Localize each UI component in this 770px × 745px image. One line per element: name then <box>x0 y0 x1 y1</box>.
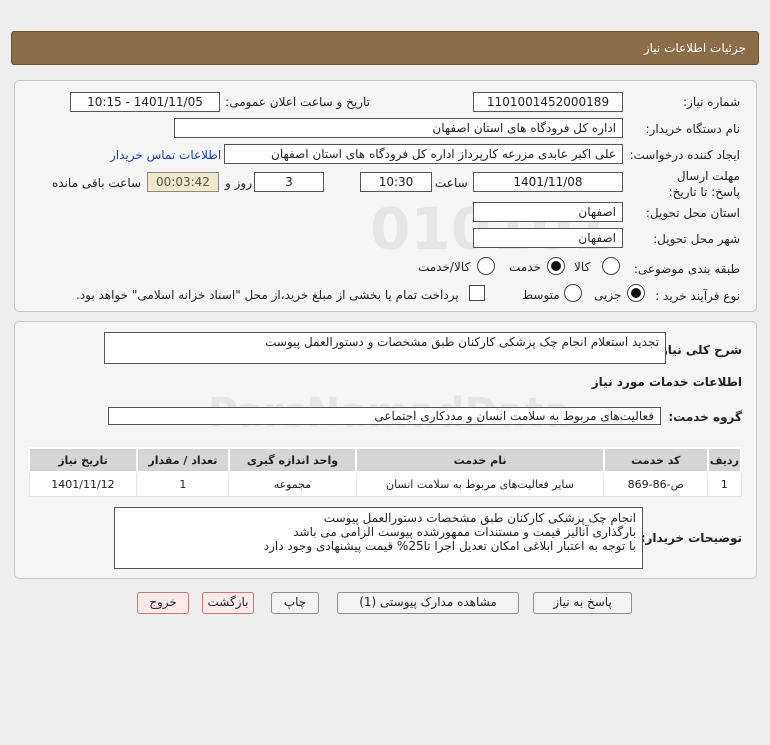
reply-button[interactable]: پاسخ به نیاز <box>533 592 632 614</box>
process-minor-label: جزیی <box>594 288 622 302</box>
buyer-notes-line: بارگذاری آنالیز قیمت و مستندات ممهورشده … <box>293 525 636 539</box>
deadline-time-label: ساعت <box>435 176 468 190</box>
category-service-radio[interactable] <box>547 257 565 275</box>
announce-datetime-field: 1401/11/05 - 10:15 <box>70 92 220 112</box>
deadline-label: مهلت ارسال پاسخ: تا تاریخ: <box>668 169 740 199</box>
cell-code: ص-86-869 <box>603 471 709 497</box>
remaining-label: ساعت باقی مانده <box>52 176 142 190</box>
buyer-notes-field: انجام چک پزشکی کارکنان طبق مشخصات دستورا… <box>114 507 643 569</box>
service-group-field: فعالیت‌های مربوط به سلامت انسان و مددکار… <box>108 407 661 425</box>
buyer-notes-line: با توجه به اعتبار ابلاغی امکان تعدیل اجر… <box>263 539 636 553</box>
buyer-notes-line: انجام چک پزشکی کارکنان طبق مشخصات دستورا… <box>323 511 636 525</box>
cell-name: سایر فعالیت‌های مربوط به سلامت انسان <box>355 471 605 497</box>
page-header: جزئیات اطلاعات نیاز <box>11 31 759 65</box>
col-date-header: تاریخ نیاز <box>28 447 138 473</box>
province-field: اصفهان <box>473 202 623 222</box>
page-title: جزئیات اطلاعات نیاز <box>643 41 746 55</box>
service-group-label: گروه خدمت: <box>668 410 742 424</box>
category-label: طبقه بندی موضوعی: <box>633 262 740 276</box>
col-row-header: ردیف <box>706 447 743 473</box>
table-row: 1 ص-86-869 سایر فعالیت‌های مربوط به سلام… <box>28 471 742 497</box>
services-table-header: ردیف کد خدمت نام خدمت واحد اندازه گیری ت… <box>28 447 743 473</box>
services-section-title: اطلاعات خدمات مورد نیاز <box>591 375 742 389</box>
exit-button[interactable]: خروج <box>137 592 189 614</box>
print-button[interactable]: چاپ <box>271 592 319 614</box>
cell-date: 1401/11/12 <box>28 471 138 497</box>
days-label: روز و <box>225 176 252 190</box>
category-goods-label: کالا <box>574 260 591 274</box>
need-number-label: شماره نیاز: <box>683 95 740 109</box>
col-code-header: کد خدمت <box>602 447 709 473</box>
process-type-label: نوع فرآیند خرید : <box>655 289 740 303</box>
buyer-notes-label: توضیحات خریدار: <box>640 531 742 545</box>
process-medium-radio[interactable] <box>564 284 582 302</box>
treasury-payment-note: پرداخت تمام یا بخشی از مبلغ خرید،از محل … <box>76 288 459 302</box>
need-info-panel <box>14 80 757 312</box>
deadline-time-field: 10:30 <box>360 172 432 192</box>
need-number-field: 1101001452000189 <box>473 92 623 112</box>
category-service-label: خدمت <box>509 260 541 274</box>
cell-qty: 1 <box>136 471 230 497</box>
creator-field: علی اکبر عابدی مزرعه کارپرداز اداره کل ف… <box>224 144 623 164</box>
city-label: شهر محل تحویل: <box>653 232 740 246</box>
summary-field: تجدید استعلام انجام چک پزشکی کارکنان طبق… <box>104 332 666 364</box>
city-field: اصفهان <box>473 228 623 248</box>
announce-label: تاریخ و ساعت اعلان عمومی: <box>225 95 370 109</box>
cell-unit: مجموعه <box>228 471 357 497</box>
back-button[interactable]: بازگشت <box>202 592 254 614</box>
col-name-header: نام خدمت <box>355 447 605 473</box>
buyer-contact-link[interactable]: اطلاعات تماس خریدار <box>110 148 221 162</box>
category-goods-service-radio[interactable] <box>477 257 495 275</box>
remaining-time-field: 00:03:42 <box>147 172 219 192</box>
process-minor-radio[interactable] <box>627 284 645 302</box>
creator-label: ایجاد کننده درخواست: <box>629 148 740 162</box>
category-goods-service-label: کالا/خدمت <box>418 260 471 274</box>
treasury-payment-checkbox[interactable] <box>469 285 485 301</box>
summary-label: شرح کلی نیاز: <box>656 343 742 357</box>
category-goods-radio[interactable] <box>602 257 620 275</box>
view-attachments-button[interactable]: مشاهده مدارک پیوستی (1) <box>337 592 519 614</box>
col-qty-header: تعداد / مقدار <box>135 447 230 473</box>
col-unit-header: واحد اندازه گیری <box>227 447 358 473</box>
services-table: ردیف کد خدمت نام خدمت واحد اندازه گیری ت… <box>28 447 743 497</box>
buyer-org-label: نام دستگاه خریدار: <box>645 122 741 136</box>
deadline-date-field: 1401/11/08 <box>473 172 623 192</box>
province-label: استان محل تحویل: <box>645 206 740 220</box>
days-field: 3 <box>254 172 324 192</box>
buyer-org-field: اداره کل فرودگاه های استان اصفهان <box>174 118 623 138</box>
process-medium-label: متوسط <box>522 288 560 302</box>
cell-row: 1 <box>707 471 742 497</box>
